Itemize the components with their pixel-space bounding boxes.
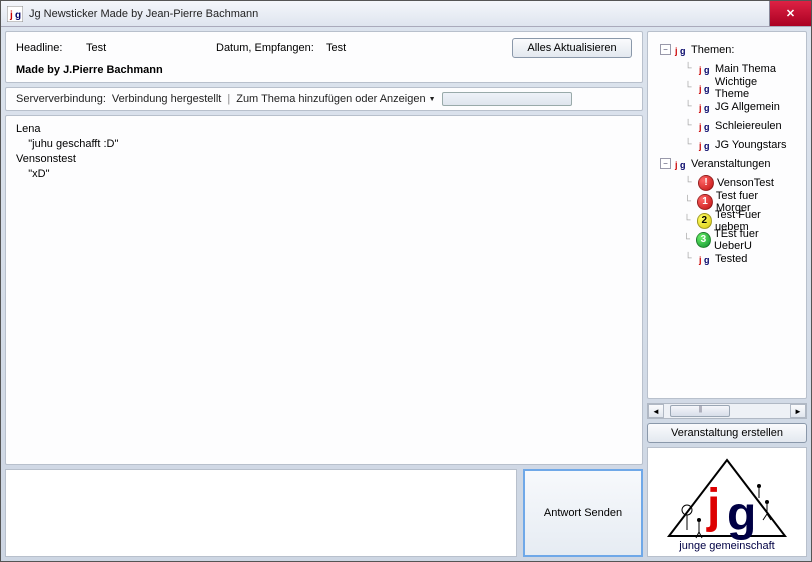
server-bar: Serververbindung: Verbindung hergestellt… — [5, 87, 643, 111]
jg-icon: jg — [698, 138, 712, 152]
send-reply-button[interactable]: Antwort Senden — [523, 469, 643, 557]
collapse-icon[interactable]: − — [660, 44, 671, 55]
scroll-thumb[interactable] — [670, 405, 730, 417]
tree-item[interactable]: └jgSchleiereulen — [660, 116, 794, 135]
svg-text:g: g — [704, 84, 710, 94]
svg-text:j: j — [706, 480, 720, 533]
tree-label: TEst fuer UeberU — [714, 228, 794, 252]
app-window: jg Jg Newsticker Made by Jean-Pierre Bac… — [0, 0, 812, 562]
topic-menu-label: Zum Thema hinzufügen oder Anzeigen — [236, 93, 425, 105]
jg-icon: jg — [674, 43, 688, 57]
server-status-label: Serververbindung: — [16, 93, 106, 105]
tree-item[interactable]: └jgWichtige Theme — [660, 78, 794, 97]
tree-label: Main Thema — [715, 63, 776, 75]
jg-icon: jg — [698, 252, 712, 266]
svg-text:j: j — [698, 122, 702, 132]
svg-text:g: g — [704, 65, 710, 75]
svg-text:g: g — [680, 46, 686, 56]
svg-text:g: g — [704, 103, 710, 113]
tree-label: VensonTest — [717, 177, 774, 189]
app-icon: jg — [7, 6, 23, 22]
tree-label: JG Youngstars — [715, 139, 787, 151]
priority-badge-red: ! — [698, 175, 714, 191]
tree-label: Themen: — [691, 44, 734, 56]
refresh-all-button[interactable]: Alles Aktualisieren — [512, 38, 632, 58]
svg-text:j: j — [698, 103, 702, 113]
priority-badge-yellow: 2 — [697, 213, 712, 229]
headline-label: Headline: — [16, 42, 86, 54]
tree-item[interactable]: └3TEst fuer UeberU — [660, 230, 794, 249]
headline-value: Test — [86, 42, 216, 54]
jg-icon: jg — [698, 62, 712, 76]
tree-root-veranstaltungen[interactable]: − jg Veranstaltungen — [660, 154, 794, 173]
chevron-down-icon: ▼ — [429, 96, 436, 103]
create-event-button[interactable]: Veranstaltung erstellen — [647, 423, 807, 443]
svg-text:j: j — [674, 160, 678, 170]
jg-icon: jg — [698, 119, 712, 133]
tree-label: Wichtige Theme — [715, 76, 794, 100]
tree-label: JG Allgemein — [715, 101, 780, 113]
priority-badge-red: 1 — [697, 194, 713, 210]
server-status-value: Verbindung hergestellt — [112, 93, 221, 105]
tree-panel: − jg Themen: └jgMain Thema └jgWichtige T… — [647, 31, 807, 399]
titlebar: jg Jg Newsticker Made by Jean-Pierre Bac… — [1, 1, 811, 27]
close-button[interactable]: ✕ — [769, 1, 811, 26]
svg-text:g: g — [15, 10, 21, 21]
header-panel: Headline: Test Datum, Empfangen: Test Al… — [5, 31, 643, 83]
svg-text:g: g — [704, 141, 710, 151]
topic-menu-dropdown[interactable]: Zum Thema hinzufügen oder Anzeigen ▼ — [236, 93, 435, 105]
collapse-icon[interactable]: − — [660, 158, 671, 169]
svg-text:g: g — [680, 160, 686, 170]
svg-text:j: j — [698, 84, 702, 94]
date-value: Test — [326, 42, 456, 54]
svg-text:j: j — [698, 65, 702, 75]
logo-caption: junge gemeinschaft — [678, 540, 774, 552]
jg-icon: jg — [674, 157, 688, 171]
window-title: Jg Newsticker Made by Jean-Pierre Bachma… — [29, 8, 769, 20]
scroll-left-icon[interactable]: ◄ — [648, 404, 664, 418]
scroll-track[interactable] — [664, 404, 790, 418]
priority-badge-green: 3 — [696, 232, 711, 248]
svg-text:j: j — [698, 141, 702, 151]
compose-panel: Antwort Senden — [5, 469, 643, 557]
tree-item[interactable]: └jgTested — [660, 249, 794, 268]
svg-text:j: j — [698, 255, 702, 265]
date-label: Datum, Empfangen: — [216, 42, 326, 54]
svg-text:g: g — [727, 488, 756, 541]
svg-text:g: g — [704, 122, 710, 132]
tree-label: Tested — [715, 253, 747, 265]
separator: | — [227, 93, 230, 105]
brand-logo: j g junge gemeinschaft — [647, 447, 807, 557]
svg-text:j: j — [674, 46, 678, 56]
jg-icon: jg — [698, 100, 712, 114]
tree-label: Schleiereulen — [715, 120, 782, 132]
messages-panel: Lena "juhu geschafft :D" Vensonstest "xD… — [5, 115, 643, 465]
tree-root-themen[interactable]: − jg Themen: — [660, 40, 794, 59]
scroll-right-icon[interactable]: ► — [790, 404, 806, 418]
svg-text:j: j — [9, 10, 13, 21]
reply-input[interactable] — [5, 469, 517, 557]
svg-text:g: g — [704, 255, 710, 265]
progress-bar — [442, 92, 572, 106]
tree-label: Veranstaltungen — [691, 158, 771, 170]
author-line: Made by J.Pierre Bachmann — [16, 64, 163, 76]
jg-icon: jg — [698, 81, 712, 95]
tree-item[interactable]: └jgJG Youngstars — [660, 135, 794, 154]
tree-item[interactable]: └jgJG Allgemein — [660, 97, 794, 116]
tree-horizontal-scrollbar[interactable]: ◄ ► — [647, 403, 807, 419]
